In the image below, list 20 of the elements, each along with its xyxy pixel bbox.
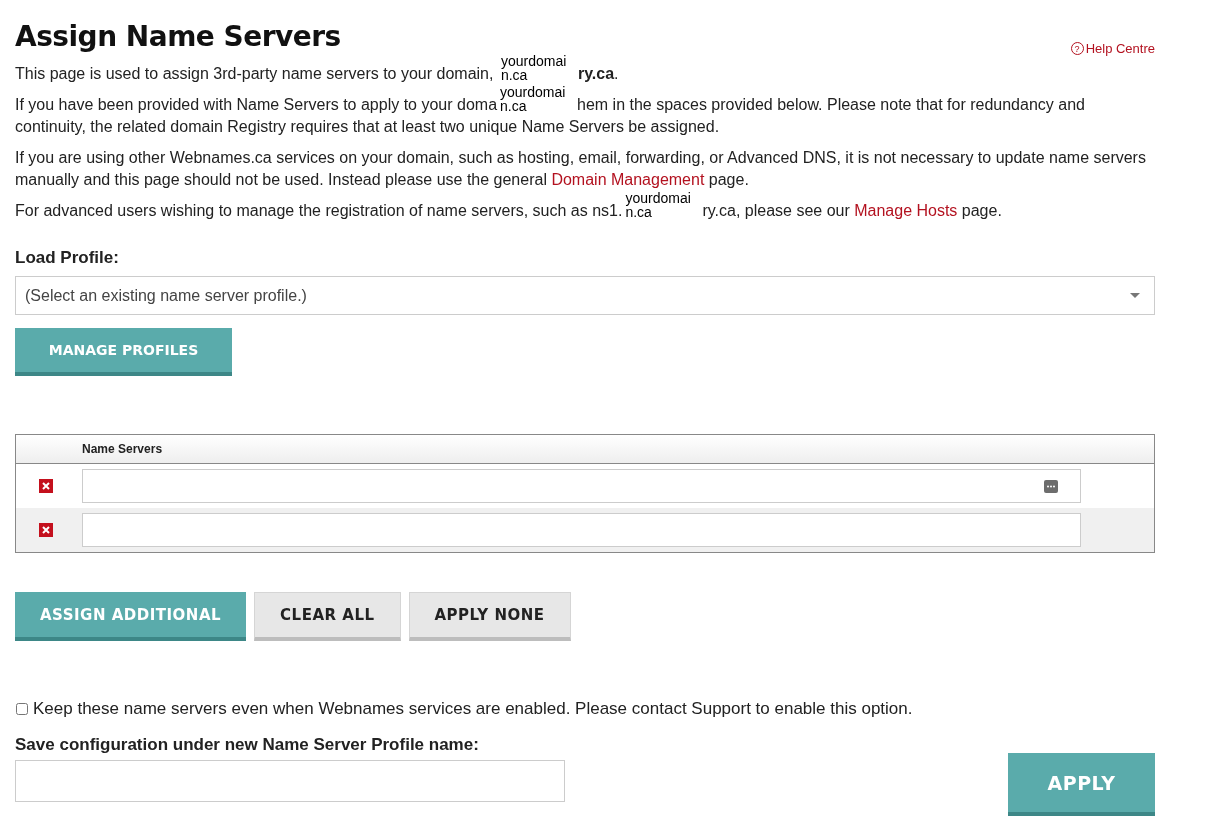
keep-checkbox[interactable] [16, 703, 28, 715]
delete-icon[interactable] [39, 523, 53, 537]
name-server-input[interactable] [82, 469, 1081, 503]
name-server-input[interactable] [82, 513, 1081, 547]
caret-icon [1130, 293, 1140, 298]
action-button[interactable]: APPLY NONE [408, 592, 571, 641]
profile-name-input[interactable] [15, 760, 565, 802]
page-title: Assign Name Servers [15, 20, 341, 53]
text-link[interactable]: Domain Management [551, 171, 705, 188]
column-header: Name Servers [82, 442, 163, 456]
text-link[interactable]: Manage Hosts [854, 202, 958, 219]
action-button[interactable]: CLEAR ALL [254, 592, 401, 641]
delete-icon[interactable] [39, 479, 53, 493]
help-link[interactable]: ? Help Centre [1070, 41, 1155, 56]
field-label: Load Profile: [15, 248, 120, 268]
paragraph: If you are using other Webnames.ca services on your domain, such as hosting, email, forwarding, or Advanced DNS, it is not necessary to update name servers manually and this page should not be used. Instead please use the general Domain Management page. [15, 149, 1146, 188]
checkbox-label: Keep these name servers even when Webnames services are enabled. Please contact Support to enable this option. [33, 699, 913, 719]
profile-dropdown[interactable]: (Select an existing name server profile.) [15, 276, 1155, 315]
more-icon[interactable] [1044, 479, 1058, 493]
field-label: Save configuration under new Name Server Profile name: [15, 735, 480, 755]
